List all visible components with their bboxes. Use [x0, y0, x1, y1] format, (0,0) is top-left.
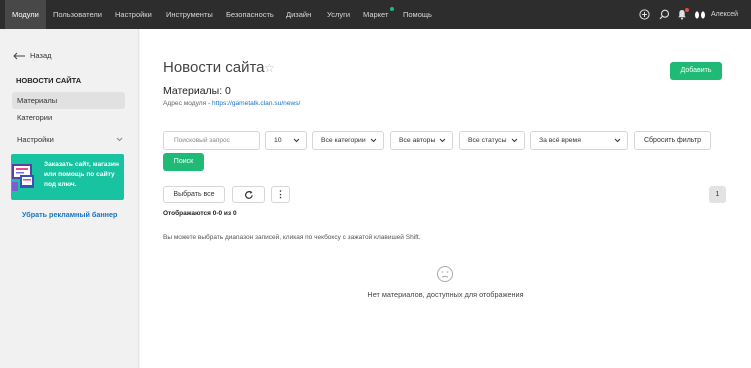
- chevron-down-icon: [370, 138, 377, 143]
- nav-users[interactable]: Пользователи: [53, 0, 102, 29]
- market-new-dot: [390, 7, 394, 11]
- module-address-link[interactable]: https://gametalk.clan.su/news/: [212, 100, 300, 107]
- period-value: За всё время: [539, 137, 581, 144]
- search-icon[interactable]: [659, 9, 670, 20]
- select-all-button[interactable]: Выбрать все: [163, 186, 225, 203]
- category-value: Все категории: [321, 137, 366, 144]
- devices-illustration-icon: [12, 164, 34, 191]
- chevron-down-icon: [293, 138, 300, 143]
- nav-settings[interactable]: Настройки: [115, 0, 152, 29]
- sidebar-heading: НОВОСТИ САЙТА: [16, 76, 82, 85]
- shown-count: Отображаются 0-0 из 0: [163, 210, 237, 217]
- empty-state-text: Нет материалов, доступных для отображени…: [367, 290, 524, 299]
- sidebar-item-settings[interactable]: Настройки: [12, 131, 125, 148]
- sidebar-item-label: Настройки: [17, 135, 54, 144]
- back-label: Назад: [30, 51, 52, 60]
- nav-services[interactable]: Услуги: [327, 0, 350, 29]
- sidebar-item-materials[interactable]: Материалы: [12, 92, 125, 109]
- materials-count: Материалы: 0: [163, 85, 231, 97]
- add-button[interactable]: Добавить: [670, 62, 722, 80]
- chevron-down-icon: [439, 138, 446, 143]
- selection-hint: Вы можете выбрать диапазон записей, клик…: [163, 234, 421, 241]
- top-navigation-bar: Модули Пользователи Настройки Инструмент…: [0, 0, 751, 29]
- author-value: Все авторы: [399, 137, 436, 144]
- per-page-select[interactable]: 10: [265, 131, 307, 150]
- nav-tools[interactable]: Инструменты: [166, 0, 213, 29]
- sidebar-item-label: Категории: [17, 113, 53, 122]
- page-number[interactable]: 1: [709, 186, 726, 203]
- sidebar-item-categories[interactable]: Категории: [12, 109, 125, 126]
- main-content: Новости сайта ☆ Добавить Материалы: 0 Ад…: [140, 29, 751, 368]
- promo-banner[interactable]: Заказать сайт, магазин или помощь по сай…: [11, 154, 124, 200]
- chevron-down-icon: [511, 138, 518, 143]
- remove-banner-link[interactable]: Убрать рекламный баннер: [22, 210, 117, 219]
- status-select[interactable]: Все статусы: [459, 131, 525, 150]
- nav-market[interactable]: Маркет: [363, 0, 388, 29]
- page-title: Новости сайта: [163, 59, 265, 76]
- more-dots-icon: ⋮: [276, 189, 285, 199]
- sad-face-icon: [437, 266, 453, 282]
- avatar[interactable]: [693, 9, 707, 20]
- search-button[interactable]: Поиск: [163, 153, 204, 171]
- search-input[interactable]: [163, 131, 260, 150]
- sidebar: Назад НОВОСТИ САЙТА Материалы Категории …: [0, 29, 139, 368]
- refresh-button[interactable]: [232, 186, 265, 203]
- reset-filter-button[interactable]: Сбросить фильтр: [634, 131, 711, 150]
- sidebar-item-label: Материалы: [17, 96, 58, 105]
- nav-help[interactable]: Помощь: [403, 0, 432, 29]
- author-select[interactable]: Все авторы: [390, 131, 453, 150]
- module-address: Адрес модуля - https://gametalk.clan.su/…: [163, 100, 300, 107]
- status-value: Все статусы: [468, 137, 507, 144]
- star-favorite-icon[interactable]: ☆: [264, 61, 275, 75]
- more-options-button[interactable]: ⋮: [271, 186, 290, 203]
- user-name[interactable]: Алексей: [711, 0, 738, 29]
- nav-design[interactable]: Дизайн: [286, 0, 311, 29]
- notification-dot: [685, 8, 689, 12]
- promo-text: Заказать сайт, магазин или помощь по сай…: [44, 161, 119, 188]
- category-select[interactable]: Все категории: [312, 131, 384, 150]
- nav-security[interactable]: Безопасность: [226, 0, 274, 29]
- module-address-label: Адрес модуля -: [163, 100, 213, 107]
- per-page-value: 10: [274, 137, 282, 144]
- refresh-icon: [245, 190, 253, 199]
- add-circle-icon[interactable]: [639, 9, 650, 20]
- chevron-down-icon: [116, 137, 123, 142]
- period-select[interactable]: За всё время: [530, 131, 628, 150]
- arrow-left-icon: [13, 52, 25, 60]
- chevron-down-icon: [614, 138, 621, 143]
- nav-modules[interactable]: Модули: [5, 0, 46, 29]
